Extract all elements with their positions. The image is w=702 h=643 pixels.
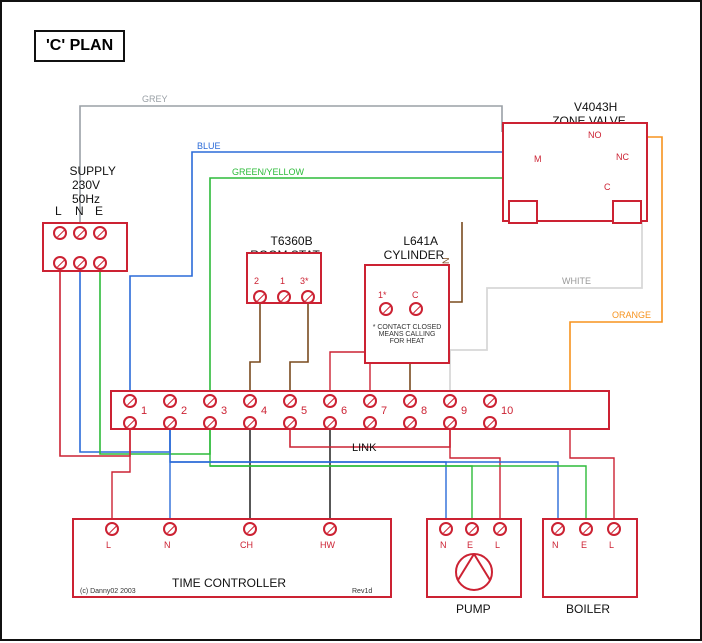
copyright: (c) Danny02 2003 (80, 588, 136, 595)
strip-bot-6 (323, 416, 337, 430)
roomstat-pin-2: 2 (254, 276, 259, 286)
tc-l-label: L (106, 540, 111, 550)
tc-n (163, 522, 177, 536)
strip-n1: 1 (141, 405, 147, 417)
strip-n10: 10 (501, 405, 513, 417)
supply-term (53, 256, 67, 270)
tc-ch-label: CH (240, 540, 253, 550)
boiler-l-label: L (609, 540, 614, 550)
pump-l (493, 522, 507, 536)
supply-e: E (95, 204, 103, 218)
zonevalve-c: C (604, 182, 611, 192)
zonevalve-nc: NC (616, 152, 629, 162)
time-controller-label: TIME CONTROLLER (172, 576, 286, 590)
strip-bot-9 (443, 416, 457, 430)
strip-bot-4 (243, 416, 257, 430)
tc-l (105, 522, 119, 536)
strip-n4: 4 (261, 405, 267, 417)
zonevalve-jbox-r (612, 200, 642, 224)
cylstat-tc (409, 302, 423, 316)
strip-top-9 (443, 394, 457, 408)
boiler-e (579, 522, 593, 536)
diagram-frame: 'C' PLAN GREY BLUE GREEN/YELLOW BROWN WH… (0, 0, 702, 641)
roomstat-pin-1: 1 (280, 276, 285, 286)
strip-bot-5 (283, 416, 297, 430)
tc-hw (323, 522, 337, 536)
strip-n7: 7 (381, 405, 387, 417)
tc-n-label: N (164, 540, 171, 550)
strip-bot-10 (483, 416, 497, 430)
svg-text:GREEN/YELLOW: GREEN/YELLOW (232, 167, 305, 177)
pump-label: PUMP (456, 602, 491, 616)
tc-ch (243, 522, 257, 536)
roomstat-t2 (253, 290, 267, 304)
strip-n6: 6 (341, 405, 347, 417)
boiler-e-label: E (581, 540, 587, 550)
svg-text:WHITE: WHITE (562, 276, 591, 286)
supply-term (93, 256, 107, 270)
strip-n2: 2 (181, 405, 187, 417)
strip-top-1 (123, 394, 137, 408)
cylstat-box (364, 264, 450, 364)
pump-n-label: N (440, 540, 447, 550)
strip-bot-7 (363, 416, 377, 430)
strip-bot-8 (403, 416, 417, 430)
strip-n5: 5 (301, 405, 307, 417)
cylstat-t1 (379, 302, 393, 316)
supply-term (73, 226, 87, 240)
rev: Rev1d (352, 588, 372, 595)
supply-term (73, 256, 87, 270)
supply-l: L (55, 204, 62, 218)
cylstat-pin-c: C (412, 290, 419, 300)
roomstat-pin-3: 3* (300, 276, 309, 286)
boiler-n (551, 522, 565, 536)
strip-top-10 (483, 394, 497, 408)
link-label: LINK (352, 442, 376, 454)
pump-e-label: E (467, 540, 473, 550)
svg-text:GREY: GREY (142, 94, 168, 104)
strip-top-7 (363, 394, 377, 408)
svg-text:BLUE: BLUE (197, 141, 221, 151)
cylstat-pin-1: 1* (378, 290, 387, 300)
pump-n (439, 522, 453, 536)
strip-top-6 (323, 394, 337, 408)
zonevalve-m: M (534, 154, 542, 164)
strip-bot-2 (163, 416, 177, 430)
roomstat-t1 (277, 290, 291, 304)
plan-title: 'C' PLAN (34, 30, 125, 62)
strip-top-4 (243, 394, 257, 408)
strip-top-3 (203, 394, 217, 408)
boiler-n-label: N (552, 540, 559, 550)
svg-text:ORANGE: ORANGE (612, 310, 651, 320)
supply-n: N (75, 204, 84, 218)
strip-top-5 (283, 394, 297, 408)
zonevalve-no: NO (588, 130, 602, 140)
supply-term (93, 226, 107, 240)
roomstat-t3 (301, 290, 315, 304)
boiler-label: BOILER (566, 602, 610, 616)
zonevalve-jbox-l (508, 200, 538, 224)
pump-e (465, 522, 479, 536)
supply-term (53, 226, 67, 240)
boiler-l (607, 522, 621, 536)
strip-bot-3 (203, 416, 217, 430)
tc-hw-label: HW (320, 540, 335, 550)
strip-top-8 (403, 394, 417, 408)
cylstat-note: * CONTACT CLOSED MEANS CALLING FOR HEAT (370, 324, 444, 345)
strip-top-2 (163, 394, 177, 408)
strip-n8: 8 (421, 405, 427, 417)
strip-n3: 3 (221, 405, 227, 417)
strip-n9: 9 (461, 405, 467, 417)
strip-bot-1 (123, 416, 137, 430)
pump-l-label: L (495, 540, 500, 550)
